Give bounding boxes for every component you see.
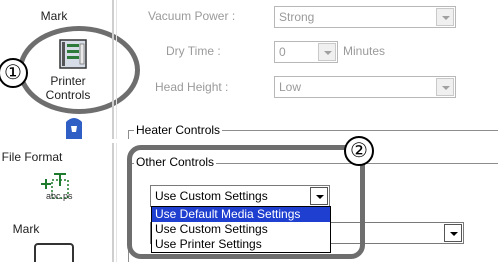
- sidebar-divider-inner: [116, 0, 117, 139]
- chevron-down-icon[interactable]: [444, 224, 462, 242]
- file-format-icon-text: abc.ps: [46, 191, 73, 201]
- head-height-value: Low: [279, 80, 302, 94]
- sidebar-divider: [112, 0, 114, 139]
- sidebar-item-file-format-label[interactable]: File Format: [0, 150, 86, 164]
- dry-time-select[interactable]: 0: [274, 41, 338, 63]
- chevron-down-icon[interactable]: [436, 8, 454, 26]
- sidebar-divider-inner: [116, 143, 117, 262]
- head-height-select[interactable]: Low: [274, 76, 456, 98]
- heater-controls-title: Heater Controls: [134, 123, 223, 137]
- top-content: Vacuum Power : Strong Dry Time : 0 Minut…: [118, 0, 498, 139]
- top-panel: Mark Printer Controls ① Vacuum Power: S…: [0, 0, 498, 139]
- sidebar-next-icon[interactable]: [62, 114, 86, 139]
- callout-frame-two: [127, 145, 365, 259]
- chevron-down-icon[interactable]: [318, 43, 336, 61]
- bottom-sidebar: File Format abc.ps Mark: [0, 143, 108, 262]
- vacuum-power-value: Strong: [279, 10, 315, 24]
- vacuum-power-select[interactable]: Strong: [274, 6, 456, 28]
- file-format-icon[interactable]: abc.ps: [38, 170, 73, 206]
- vacuum-power-label: Vacuum Power :: [148, 9, 236, 23]
- head-height-label: Head Height :: [155, 80, 229, 94]
- dry-time-unit: Minutes: [343, 44, 386, 58]
- dry-time-label: Dry Time :: [166, 44, 221, 58]
- dry-time-value: 0: [279, 45, 286, 59]
- sidebar-next-icon-graphic: [66, 118, 82, 139]
- callout-marker-two: ②: [344, 136, 374, 166]
- chevron-down-icon[interactable]: [436, 78, 454, 96]
- sidebar-item-mark-label[interactable]: Mark: [0, 9, 108, 23]
- top-sidebar: Mark Printer Controls ①: [0, 0, 140, 139]
- mark-icon-frame[interactable]: [34, 243, 74, 262]
- sidebar-item-mark-label[interactable]: Mark: [0, 222, 80, 236]
- sidebar-divider: [112, 143, 114, 262]
